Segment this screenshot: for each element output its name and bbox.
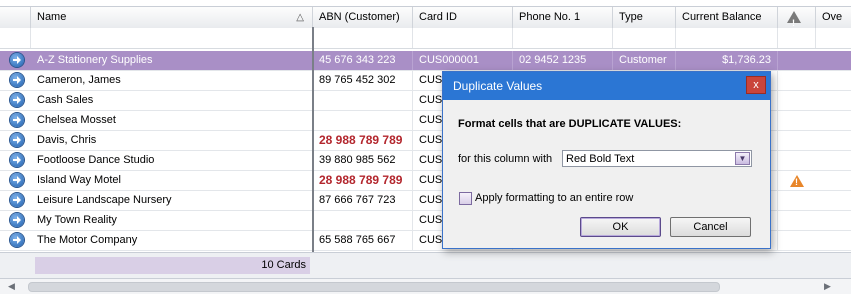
cell-abn	[313, 211, 413, 230]
filter-arrow-col	[0, 28, 31, 48]
open-record-arrow-icon[interactable]	[10, 213, 24, 227]
filter-row	[0, 28, 851, 49]
header-phone[interactable]: Phone No. 1	[513, 7, 613, 28]
column-header-row: Name △ ABN (Customer) Card ID Phone No. …	[0, 6, 851, 29]
header-name-label: Name	[37, 11, 67, 23]
horizontal-scrollbar[interactable]: ◀ ▶	[0, 279, 851, 294]
warning-icon: !	[787, 11, 801, 28]
cell-abn-duplicate: 28 988 789 789	[313, 131, 413, 150]
header-abn[interactable]: ABN (Customer)	[313, 7, 413, 28]
cell-abn-duplicate: 28 988 789 789	[313, 171, 413, 190]
table-row[interactable]: A-Z Stationery Supplies 45 676 343 223 C…	[0, 51, 851, 71]
header-balance[interactable]: Current Balance	[676, 7, 778, 28]
apply-row-label[interactable]: Apply formatting to an entire row	[475, 192, 633, 204]
filter-balance[interactable]	[676, 28, 778, 48]
scroll-right-icon[interactable]: ▶	[824, 281, 831, 292]
cell-name: Cameron, James	[31, 71, 313, 90]
open-record-arrow-icon[interactable]	[10, 53, 24, 67]
cell-abn: 65 588 765 667	[313, 231, 413, 250]
card-count: 10 Cards	[35, 257, 310, 274]
cell-abn	[313, 91, 413, 110]
header-arrow-col	[0, 7, 31, 28]
cell-abn: 39 880 985 562	[313, 151, 413, 170]
summary-footer: 10 Cards	[0, 252, 851, 279]
open-record-arrow-icon[interactable]	[10, 193, 24, 207]
filter-alert[interactable]	[778, 28, 816, 48]
cell-name: Island Way Motel	[31, 171, 313, 190]
cell-name: A-Z Stationery Supplies	[31, 51, 313, 70]
open-record-arrow-icon[interactable]	[10, 173, 24, 187]
header-card-id[interactable]: Card ID	[413, 7, 513, 28]
open-record-arrow-icon[interactable]	[10, 73, 24, 87]
cell-name: Chelsea Mosset	[31, 111, 313, 130]
filter-card-id[interactable]	[413, 28, 513, 48]
cell-abn	[313, 111, 413, 130]
cell-phone: 02 9452 1235	[513, 51, 613, 70]
header-alert[interactable]: !	[778, 7, 816, 28]
close-button[interactable]: x	[746, 76, 766, 94]
open-record-arrow-icon[interactable]	[10, 153, 24, 167]
open-record-arrow-icon[interactable]	[10, 113, 24, 127]
cell-card-id: CUS000001	[413, 51, 513, 70]
cell-balance: $1,736.23	[676, 51, 778, 70]
cell-type: Customer	[613, 51, 676, 70]
column-format-label: for this column with	[458, 153, 553, 165]
filter-phone[interactable]	[513, 28, 613, 48]
cell-name: Davis, Chris	[31, 131, 313, 150]
open-record-arrow-icon[interactable]	[10, 133, 24, 147]
cell-name: Leisure Landscape Nursery	[31, 191, 313, 210]
filter-abn[interactable]	[313, 28, 413, 48]
header-type[interactable]: Type	[613, 7, 676, 28]
cell-name: Cash Sales	[31, 91, 313, 110]
dialog-title: Duplicate Values	[453, 79, 543, 93]
cell-abn: 45 676 343 223	[313, 51, 413, 70]
cancel-button[interactable]: Cancel	[670, 217, 751, 237]
scroll-left-icon[interactable]: ◀	[8, 281, 15, 292]
dialog-heading: Format cells that are DUPLICATE VALUES:	[458, 118, 682, 130]
ok-button[interactable]: OK	[580, 217, 661, 237]
apply-row-checkbox[interactable]	[459, 192, 472, 205]
warning-icon[interactable]: !	[790, 175, 804, 187]
scrollbar-thumb[interactable]	[28, 282, 720, 292]
filter-type[interactable]	[613, 28, 676, 48]
cell-name: My Town Reality	[31, 211, 313, 230]
filter-name[interactable]	[31, 28, 313, 48]
format-select-value: Red Bold Text	[566, 153, 635, 165]
cell-abn: 89 765 452 302	[313, 71, 413, 90]
format-select[interactable]: Red Bold Text ▼	[562, 150, 752, 167]
cell-name: Footloose Dance Studio	[31, 151, 313, 170]
open-record-arrow-icon[interactable]	[10, 93, 24, 107]
dialog-title-bar[interactable]: Duplicate Values x	[443, 72, 770, 100]
cell-name: The Motor Company	[31, 231, 313, 250]
column-splitter[interactable]	[312, 27, 314, 252]
header-name[interactable]: Name △	[31, 7, 313, 28]
chevron-down-icon[interactable]: ▼	[735, 152, 750, 165]
cell-abn: 87 666 767 723	[313, 191, 413, 210]
header-overdue[interactable]: Ove	[816, 7, 851, 28]
duplicate-values-dialog: Duplicate Values x Format cells that are…	[442, 71, 771, 249]
open-record-arrow-icon[interactable]	[10, 233, 24, 247]
sort-ascending-icon: △	[296, 12, 304, 23]
